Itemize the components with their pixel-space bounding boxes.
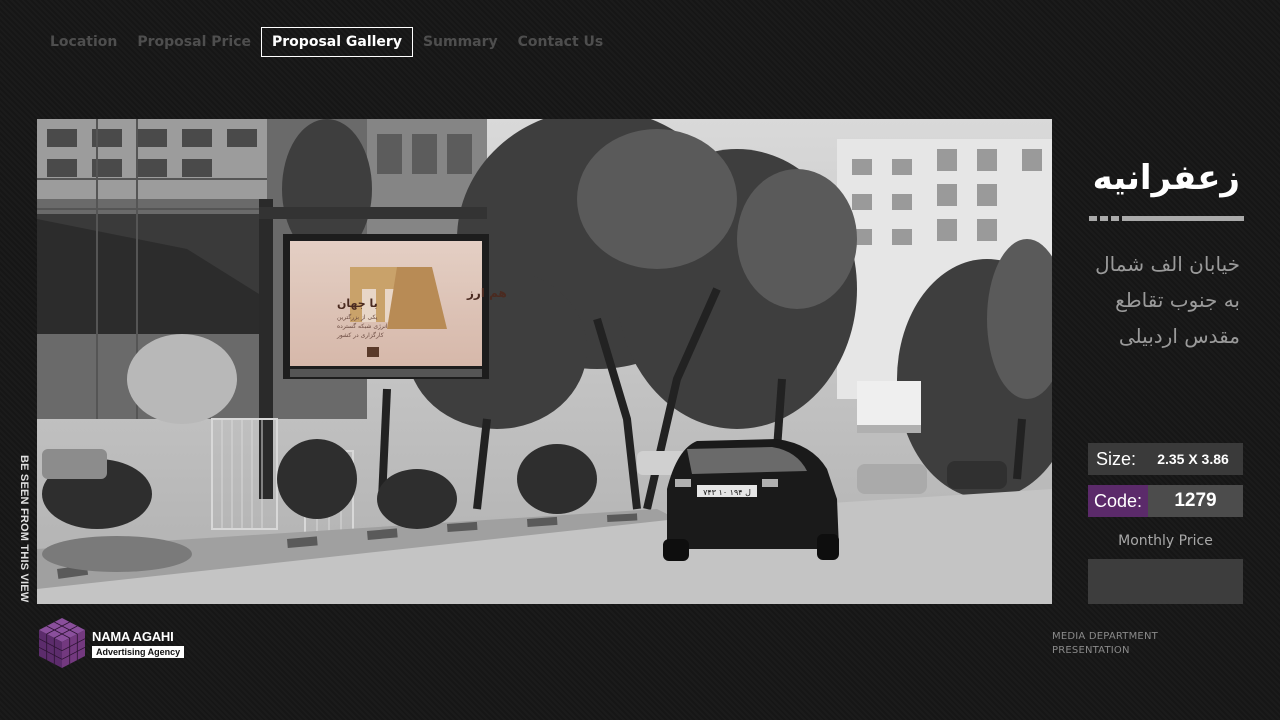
brand-logo[interactable]: NAMA AGAHI Advertising Agency (37, 616, 185, 670)
location-title: زعفرانیه (1092, 158, 1240, 198)
brand-tagline: Advertising Agency (92, 645, 185, 658)
nav-proposal-gallery[interactable]: Proposal Gallery (261, 27, 413, 57)
address-line: مقدس اردبیلی (1118, 324, 1240, 348)
nav-contact-us[interactable]: Contact Us (508, 28, 614, 56)
nav-summary[interactable]: Summary (413, 28, 508, 56)
top-nav: Location Proposal Price Proposal Gallery… (40, 27, 613, 57)
code-row: Code: 1279 (1088, 485, 1243, 517)
address-line: به جنوب تقاطع (1115, 288, 1240, 312)
code-value: 1279 (1174, 490, 1217, 511)
billboard-subline: با جهان (337, 297, 378, 310)
license-plate: ۷۴۳ ل ۱۹۴ ۱۰ (703, 488, 751, 497)
location-address: خیابان الف شمال به جنوب تقاطع مقدس اردبی… (1070, 246, 1240, 354)
size-value: 2.35 X 3.86 (1157, 451, 1229, 467)
size-label: Size: (1096, 448, 1137, 469)
billboard-body-3: کارگزاری در کشور (336, 331, 384, 339)
size-row: Size: 2.35 X 3.86 (1088, 443, 1243, 475)
brand-name: NAMA AGAHI (92, 628, 174, 644)
street-scene-image: هم ارز با جهان یکی از بزرگترین انرژی شبک… (37, 119, 1052, 604)
code-label: Code: (1088, 485, 1148, 517)
footer-line: PRESENTATION (1052, 645, 1130, 656)
cube-logo-icon (38, 618, 86, 668)
nav-location[interactable]: Location (40, 28, 127, 56)
address-line: خیابان الف شمال (1095, 252, 1240, 276)
nav-proposal-price[interactable]: Proposal Price (127, 28, 261, 56)
title-divider (1089, 216, 1244, 221)
monthly-price-label: Monthly Price (1118, 533, 1213, 549)
monthly-price-value (1088, 559, 1243, 604)
footer-line: MEDIA DEPARTMENT (1052, 631, 1158, 642)
billboard-photo: هم ارز با جهان یکی از بزرگترین انرژی شبک… (37, 119, 1052, 604)
billboard-body-2: انرژی شبکه گسترده (337, 322, 388, 330)
photo-side-label: BE SEEN FROM THIS VIEW (18, 455, 30, 603)
car-in-photo: ۷۴۳ ل ۱۹۴ ۱۰ (663, 439, 839, 561)
billboard-headline: هم ارز (466, 286, 507, 300)
footer-note: MEDIA DEPARTMENT PRESENTATION (1052, 630, 1158, 658)
billboard-body-1: یکی از بزرگترین (337, 313, 378, 321)
